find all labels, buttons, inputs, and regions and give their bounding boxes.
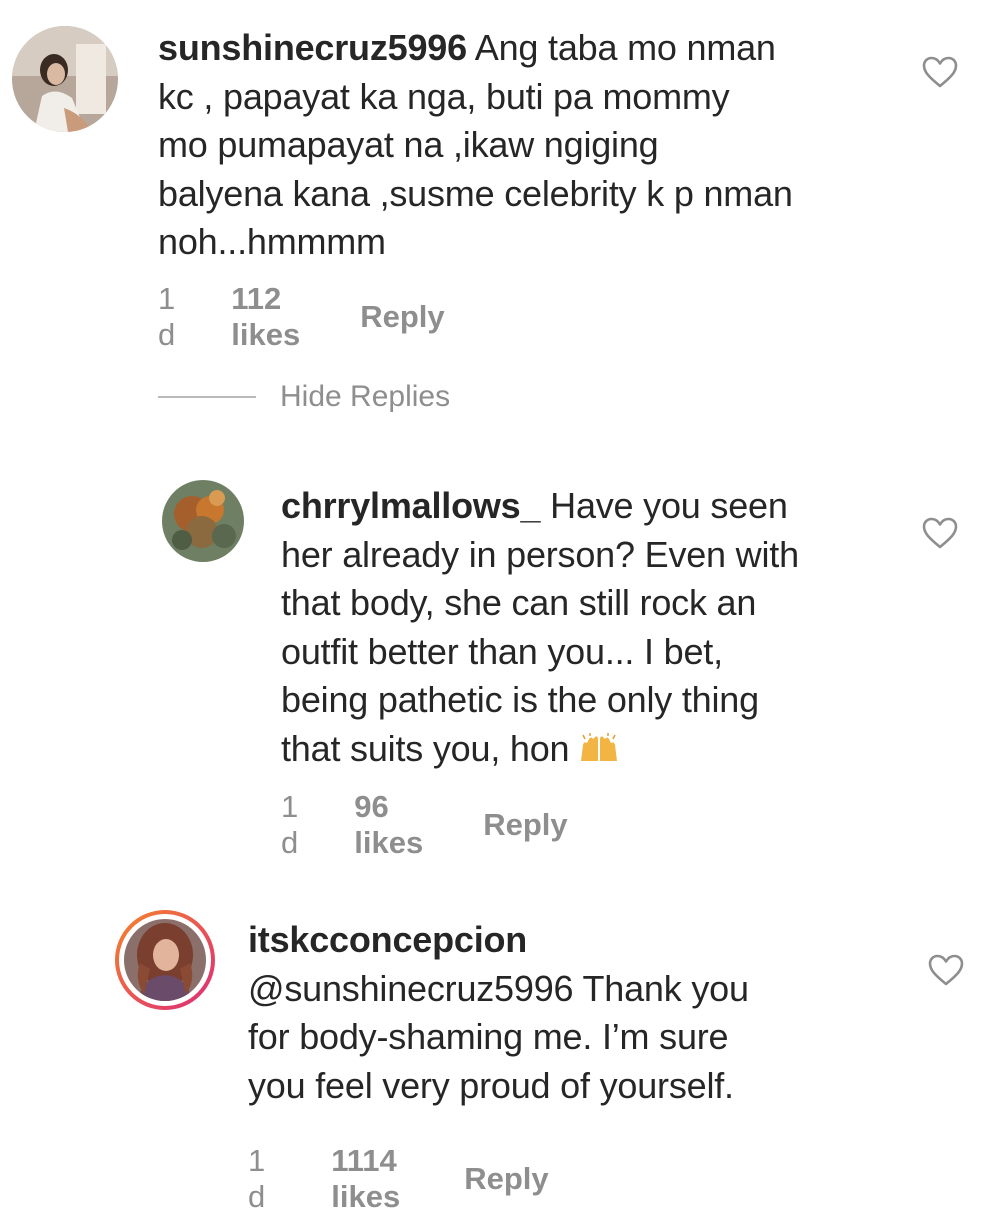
reply-button[interactable]: Reply bbox=[464, 1161, 548, 1197]
comment-text: sunshinecruz5996 Ang taba mo nman kc , p… bbox=[158, 24, 918, 267]
comment-line: her already in person? Even with bbox=[281, 533, 799, 575]
comment-line: that suits you, hon bbox=[281, 725, 921, 774]
comment-text: chrrylmallows_ Have you seen her already… bbox=[281, 482, 921, 773]
likes-count[interactable]: 1114 likes bbox=[331, 1143, 400, 1215]
comment-line: noh...hmmmm bbox=[158, 221, 386, 262]
comment-meta: 1 d 1114 likes Reply bbox=[248, 1143, 549, 1215]
heart-outline-icon[interactable] bbox=[921, 55, 959, 89]
username-link[interactable]: chrrylmallows_ bbox=[281, 485, 541, 526]
avatar-photo bbox=[12, 26, 118, 132]
comment-line: itskcconcepcion bbox=[248, 916, 908, 965]
heart-outline-icon[interactable] bbox=[921, 516, 959, 550]
reply-button[interactable]: Reply bbox=[483, 807, 567, 843]
divider-line bbox=[158, 396, 256, 398]
comment-time: 1 d bbox=[248, 1143, 266, 1214]
avatar-chrrylmallows[interactable] bbox=[162, 480, 244, 562]
comment-line: mo pumapayat na ,ikaw ngiging bbox=[158, 124, 659, 165]
comment-meta: 1 d 112 likes Reply bbox=[158, 281, 445, 353]
username-link[interactable]: sunshinecruz5996 bbox=[158, 27, 467, 68]
comment-time: 1 d bbox=[158, 281, 176, 352]
likes-count[interactable]: 96 likes bbox=[354, 789, 423, 861]
comment-meta: 1 d 96 likes Reply bbox=[281, 789, 568, 861]
comment-text: itskcconcepcion @sunshinecruz5996 Thank … bbox=[248, 916, 908, 1110]
comment-line: chrrylmallows_ Have you seen bbox=[281, 485, 788, 526]
story-ring[interactable] bbox=[115, 910, 215, 1010]
likes-count[interactable]: 112 likes bbox=[231, 281, 300, 353]
avatar-itskcconcepcion[interactable] bbox=[124, 919, 206, 1001]
comment-line: being pathetic is the only thing bbox=[281, 679, 759, 720]
comment-line: kc , papayat ka nga, buti pa mommy bbox=[158, 75, 730, 117]
avatar-photo bbox=[162, 480, 244, 562]
comment-time: 1 d bbox=[281, 789, 299, 860]
avatar-photo bbox=[124, 919, 206, 1001]
comment-line: balyena kana ,susme celebrity k p nman bbox=[158, 172, 793, 214]
avatar-sunshinecruz5996[interactable] bbox=[12, 26, 118, 132]
raising-hands-emoji bbox=[581, 732, 618, 761]
comment-line: outfit better than you... I bet, bbox=[281, 630, 723, 672]
username-link[interactable]: itskcconcepcion bbox=[248, 919, 527, 960]
comment-line: for body-shaming me. I’m sure bbox=[248, 1016, 729, 1057]
hide-replies-toggle[interactable]: Hide Replies bbox=[158, 380, 450, 414]
hide-replies-label: Hide Replies bbox=[280, 380, 451, 413]
reply-button[interactable]: Reply bbox=[360, 299, 444, 335]
comment-line: that body, she can still rock an bbox=[281, 582, 757, 623]
comment-line: you feel very proud of yourself. bbox=[248, 1064, 734, 1106]
comment-line: @sunshinecruz5996 Thank you bbox=[248, 967, 749, 1009]
heart-outline-icon[interactable] bbox=[927, 953, 965, 987]
comment-line: sunshinecruz5996 Ang taba mo nman bbox=[158, 27, 776, 68]
